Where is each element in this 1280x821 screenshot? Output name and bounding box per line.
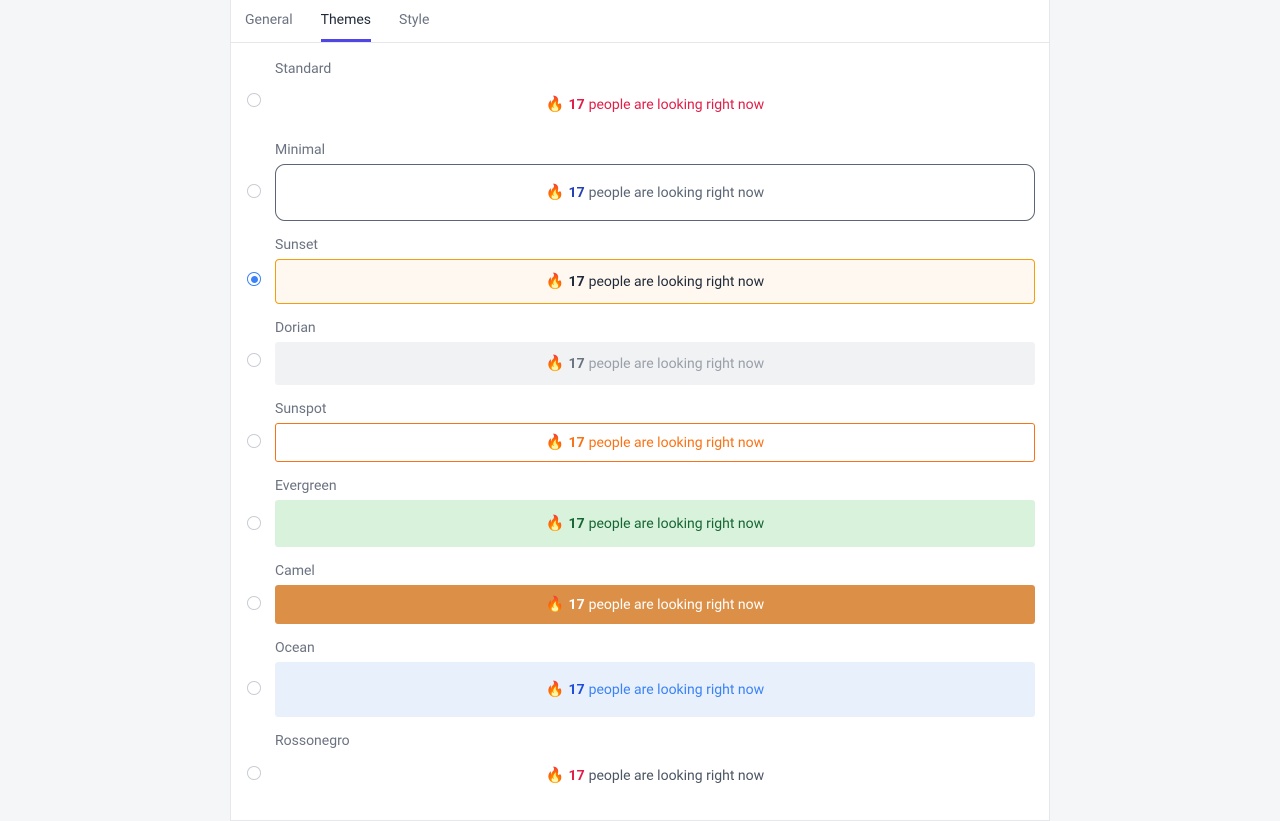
fire-icon: 🔥	[546, 97, 565, 112]
theme-option-minimal: Minimal 🔥 17 people are looking right no…	[247, 142, 1035, 221]
fire-icon: 🔥	[546, 435, 565, 450]
fire-icon: 🔥	[546, 274, 565, 289]
fire-icon: 🔥	[546, 356, 565, 371]
viewer-count: 17	[569, 598, 585, 612]
viewer-message: people are looking right now	[589, 683, 765, 697]
theme-preview-rossonegro[interactable]: 🔥 17 people are looking right now	[275, 755, 1035, 796]
theme-preview-sunset[interactable]: 🔥 17 people are looking right now	[275, 259, 1035, 304]
tab-themes[interactable]: Themes	[321, 0, 371, 42]
viewer-message: people are looking right now	[589, 357, 765, 371]
viewer-count: 17	[569, 275, 585, 289]
radio-sunspot[interactable]	[247, 434, 261, 448]
theme-option-dorian: Dorian 🔥 17 people are looking right now	[247, 320, 1035, 385]
theme-label: Standard	[275, 61, 1035, 77]
theme-preview-evergreen[interactable]: 🔥 17 people are looking right now	[275, 500, 1035, 547]
theme-label: Sunspot	[275, 401, 1035, 417]
theme-preview-dorian[interactable]: 🔥 17 people are looking right now	[275, 342, 1035, 385]
theme-label: Evergreen	[275, 478, 1035, 494]
theme-option-sunset: Sunset 🔥 17 people are looking right now	[247, 237, 1035, 304]
theme-label: Sunset	[275, 237, 1035, 253]
theme-option-sunspot: Sunspot 🔥 17 people are looking right no…	[247, 401, 1035, 462]
theme-option-camel: Camel 🔥 17 people are looking right now	[247, 563, 1035, 624]
tab-general[interactable]: General	[245, 0, 293, 42]
theme-label: Camel	[275, 563, 1035, 579]
theme-label: Minimal	[275, 142, 1035, 158]
radio-dorian[interactable]	[247, 353, 261, 367]
viewer-message: people are looking right now	[589, 275, 765, 289]
theme-label: Dorian	[275, 320, 1035, 336]
viewer-count: 17	[569, 186, 585, 200]
radio-rossonegro[interactable]	[247, 766, 261, 780]
fire-icon: 🔥	[546, 768, 565, 783]
fire-icon: 🔥	[546, 597, 565, 612]
viewer-count: 17	[569, 683, 585, 697]
viewer-message: people are looking right now	[589, 436, 765, 450]
themes-list: Standard 🔥 17 people are looking right n…	[231, 43, 1049, 820]
theme-option-rossonegro: Rossonegro 🔥 17 people are looking right…	[247, 733, 1035, 796]
radio-sunset[interactable]	[247, 272, 261, 286]
viewer-message: people are looking right now	[589, 98, 765, 112]
theme-option-evergreen: Evergreen 🔥 17 people are looking right …	[247, 478, 1035, 547]
theme-preview-standard[interactable]: 🔥 17 people are looking right now	[275, 83, 1035, 126]
viewer-message: people are looking right now	[589, 517, 765, 531]
viewer-message: people are looking right now	[589, 186, 765, 200]
fire-icon: 🔥	[546, 682, 565, 697]
fire-icon: 🔥	[546, 185, 565, 200]
fire-icon: 🔥	[546, 516, 565, 531]
theme-label: Rossonegro	[275, 733, 1035, 749]
theme-option-ocean: Ocean 🔥 17 people are looking right now	[247, 640, 1035, 717]
radio-standard[interactable]	[247, 93, 261, 107]
settings-panel: General Themes Style Standard 🔥 17 peopl…	[230, 0, 1050, 821]
theme-preview-camel[interactable]: 🔥 17 people are looking right now	[275, 585, 1035, 624]
viewer-count: 17	[569, 436, 585, 450]
viewer-count: 17	[569, 357, 585, 371]
viewer-count: 17	[569, 98, 585, 112]
tab-bar: General Themes Style	[231, 0, 1049, 43]
viewer-count: 17	[569, 517, 585, 531]
theme-label: Ocean	[275, 640, 1035, 656]
theme-preview-minimal[interactable]: 🔥 17 people are looking right now	[275, 164, 1035, 221]
viewer-count: 17	[569, 769, 585, 783]
radio-evergreen[interactable]	[247, 516, 261, 530]
viewer-message: people are looking right now	[589, 769, 765, 783]
tab-style[interactable]: Style	[399, 0, 429, 42]
viewer-message: people are looking right now	[589, 598, 765, 612]
theme-preview-ocean[interactable]: 🔥 17 people are looking right now	[275, 662, 1035, 717]
theme-preview-sunspot[interactable]: 🔥 17 people are looking right now	[275, 423, 1035, 462]
radio-ocean[interactable]	[247, 681, 261, 695]
radio-minimal[interactable]	[247, 184, 261, 198]
radio-camel[interactable]	[247, 596, 261, 610]
theme-option-standard: Standard 🔥 17 people are looking right n…	[247, 61, 1035, 126]
